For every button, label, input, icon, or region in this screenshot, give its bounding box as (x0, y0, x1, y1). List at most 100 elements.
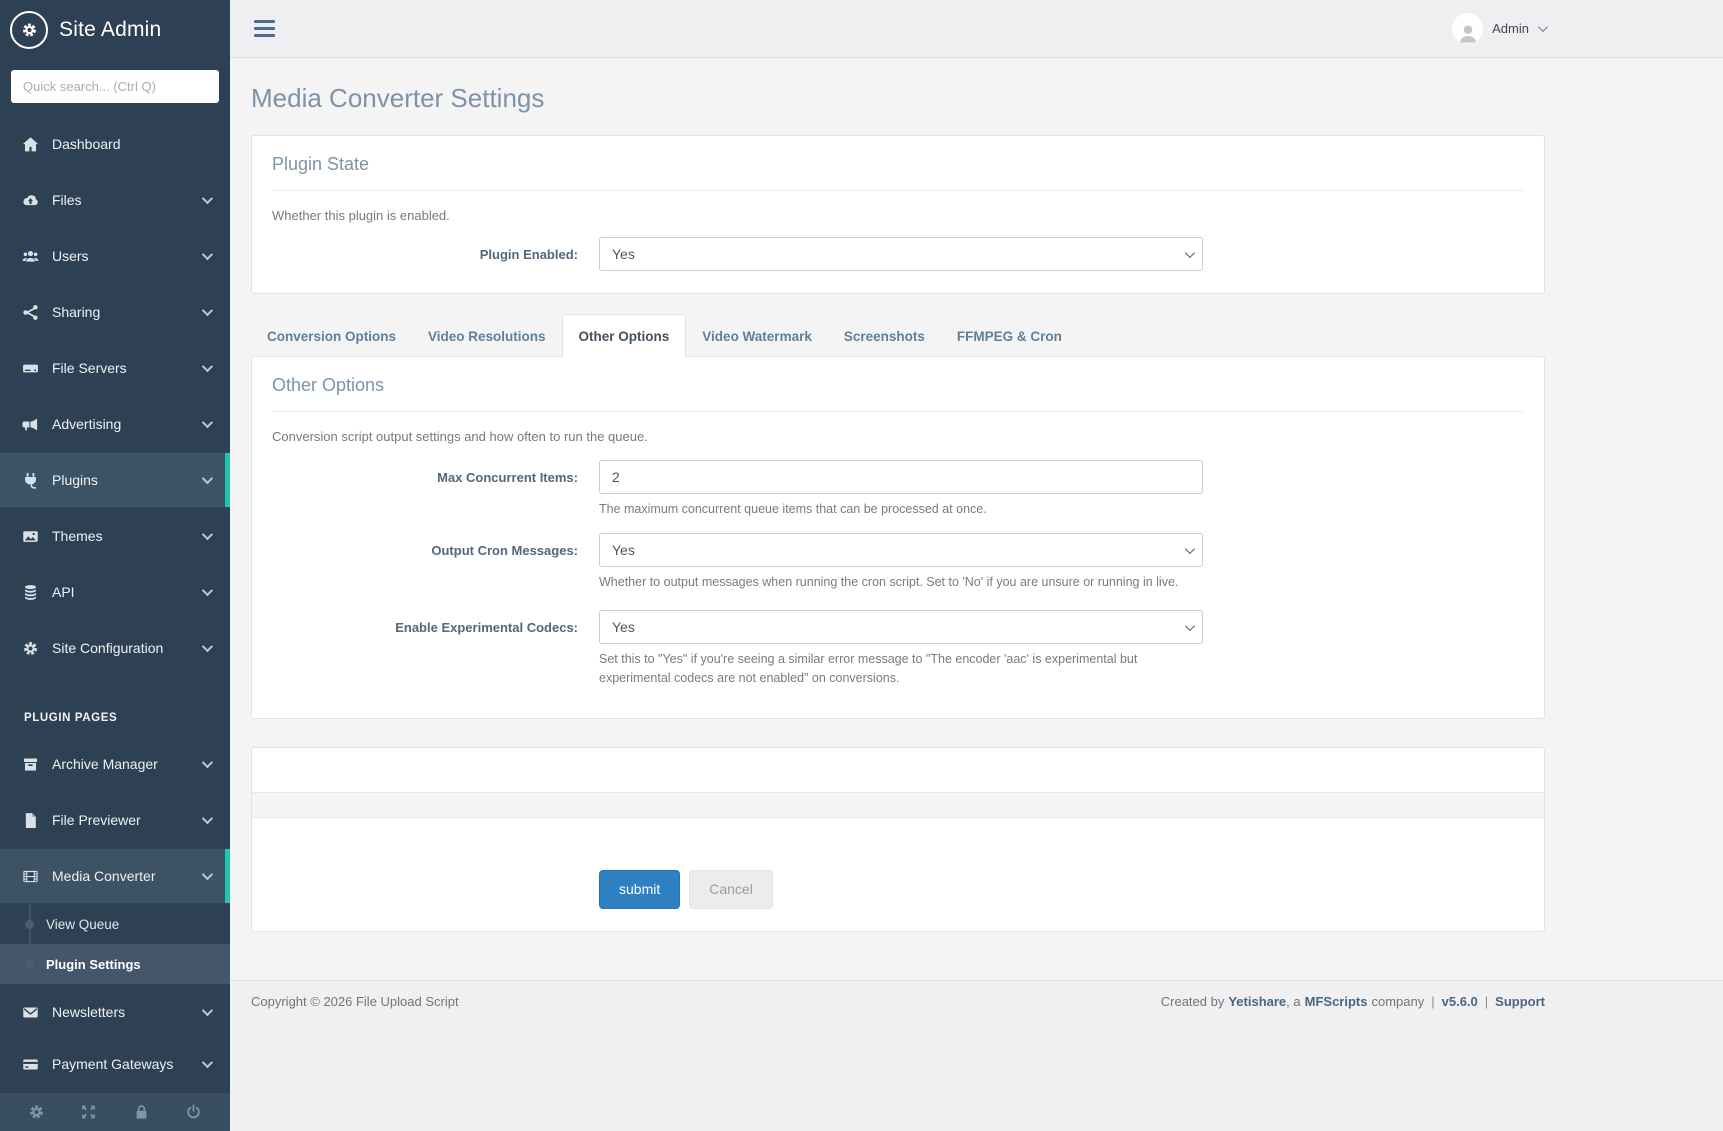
bullhorn-icon (22, 418, 38, 430)
select-value: Yes (612, 246, 635, 262)
tab-video-resolutions[interactable]: Video Resolutions (412, 318, 562, 356)
brand-title: Site Admin (59, 18, 162, 41)
sidebar-item-themes[interactable]: Themes (0, 508, 230, 564)
credits-text: , a (1286, 994, 1301, 1009)
sidebar-item-sharing[interactable]: Sharing (0, 284, 230, 340)
bullet-icon (25, 919, 34, 929)
chevron-down-icon (201, 472, 214, 485)
sidebar-item-label: Users (52, 248, 89, 264)
submenu-item-plugin-settings[interactable]: Plugin Settings (0, 944, 230, 984)
settings-tabs: Conversion Options Video Resolutions Oth… (251, 314, 1545, 357)
share-icon (23, 304, 38, 320)
submenu-item-view-queue[interactable]: View Queue (0, 904, 230, 944)
sidebar-item-label: API (52, 584, 75, 600)
footer: Copyright © 2026 File Upload Script Crea… (230, 980, 1723, 1131)
chevron-down-icon (201, 640, 214, 653)
divider-band (252, 792, 1544, 818)
chevron-down-icon (201, 360, 214, 373)
person-icon (1459, 25, 1476, 43)
panel-description: Conversion script output settings and ho… (272, 429, 648, 444)
chevron-down-icon (201, 528, 214, 541)
chevron-down-icon (1184, 247, 1195, 258)
sidebar-item-archive-manager[interactable]: Archive Manager (0, 736, 230, 792)
credit-card-icon (23, 1059, 38, 1069)
sidebar-item-dashboard[interactable]: Dashboard (0, 116, 230, 172)
sidebar-item-label: File Previewer (52, 812, 141, 828)
max-concurrent-items-label: Max Concurrent Items: (437, 470, 578, 485)
sidebar-item-label: Sharing (52, 304, 101, 320)
sidebar-nav: Dashboard Files Users Sharing File Serve… (0, 116, 230, 1088)
chevron-down-icon (201, 584, 214, 597)
media-converter-submenu: View Queue Plugin Settings (0, 904, 230, 984)
chevron-down-icon (201, 1004, 214, 1017)
tab-video-watermark[interactable]: Video Watermark (686, 318, 828, 356)
sidebar-item-api[interactable]: API (0, 564, 230, 620)
mfscripts-link[interactable]: MFScripts (1305, 994, 1368, 1009)
created-by-text: Created by (1160, 994, 1225, 1009)
image-icon (23, 530, 38, 542)
sidebar-item-label: Payment Gateways (52, 1056, 174, 1072)
submit-button[interactable]: submit (599, 870, 681, 909)
sidebar-item-site-configuration[interactable]: Site Configuration (0, 620, 230, 676)
user-menu[interactable]: Admin (1452, 13, 1548, 44)
settings-button[interactable] (16, 1093, 56, 1131)
tab-other-options[interactable]: Other Options (561, 314, 687, 357)
form-actions-panel: submit Cancel (251, 747, 1545, 932)
cancel-button[interactable]: Cancel (689, 870, 773, 909)
panel-heading: Plugin State (272, 154, 370, 174)
sidebar-item-file-servers[interactable]: File Servers (0, 340, 230, 396)
version-text: v5.6.0 (1441, 994, 1478, 1009)
sidebar-item-files[interactable]: Files (0, 172, 230, 228)
yetishare-link[interactable]: Yetishare (1228, 994, 1286, 1009)
sidebar-item-media-converter[interactable]: Media Converter (0, 848, 230, 904)
sidebar-item-label: Newsletters (52, 1004, 126, 1020)
select-value: Yes (612, 542, 635, 558)
sidebar-item-newsletters[interactable]: Newsletters (0, 984, 230, 1040)
users-icon (22, 250, 39, 262)
search-input[interactable] (11, 70, 219, 103)
chevron-down-icon (1184, 543, 1195, 554)
copyright-text: Copyright © 2026 File Upload Script (251, 994, 459, 1009)
tab-ffmpeg-cron[interactable]: FFMPEG & Cron (941, 318, 1078, 356)
hdd-icon (23, 364, 38, 372)
chevron-down-icon (201, 756, 214, 769)
tab-screenshots[interactable]: Screenshots (828, 318, 941, 356)
gear-icon (29, 1105, 43, 1119)
support-link[interactable]: Support (1495, 994, 1545, 1009)
user-name: Admin (1492, 21, 1529, 36)
sidebar-item-label: Themes (52, 528, 103, 544)
tab-conversion-options[interactable]: Conversion Options (251, 318, 412, 356)
lock-icon (135, 1105, 147, 1120)
sidebar-item-payment-gateways[interactable]: Payment Gateways (0, 1040, 230, 1088)
database-icon (24, 584, 37, 600)
sidebar-item-users[interactable]: Users (0, 228, 230, 284)
plugin-pages-section-label: PLUGIN PAGES (24, 712, 118, 724)
sidebar-item-file-previewer[interactable]: File Previewer (0, 792, 230, 848)
sidebar-item-advertising[interactable]: Advertising (0, 396, 230, 452)
brand[interactable]: Site Admin (0, 0, 230, 58)
enable-experimental-codecs-label: Enable Experimental Codecs: (395, 620, 578, 635)
plugin-enabled-select[interactable]: Yes (599, 237, 1203, 271)
enable-experimental-codecs-select[interactable]: Yes (599, 610, 1203, 644)
sidebar-item-label: Media Converter (52, 868, 156, 884)
output-cron-messages-select[interactable]: Yes (599, 533, 1203, 567)
sidebar-toggle-button[interactable] (248, 14, 281, 44)
site-admin-logo-icon (10, 11, 48, 49)
max-concurrent-items-input[interactable] (599, 460, 1203, 494)
field-help: Whether to output messages when running … (599, 575, 1179, 589)
sidebar-item-plugins[interactable]: Plugins (0, 452, 230, 508)
page-title: Media Converter Settings (251, 83, 545, 113)
power-icon (187, 1104, 201, 1119)
chevron-down-icon (1184, 620, 1195, 631)
chevron-down-icon (201, 868, 214, 881)
page-head: Media Converter Settings (230, 58, 1723, 135)
chevron-down-icon (201, 192, 214, 205)
logout-button[interactable] (174, 1093, 214, 1131)
credits-text: company (1371, 994, 1425, 1009)
file-icon (25, 812, 36, 828)
fullscreen-button[interactable] (69, 1093, 109, 1131)
sidebar-footer-bar (0, 1093, 230, 1131)
sidebar-item-label: File Servers (52, 360, 127, 376)
lock-button[interactable] (121, 1093, 161, 1131)
